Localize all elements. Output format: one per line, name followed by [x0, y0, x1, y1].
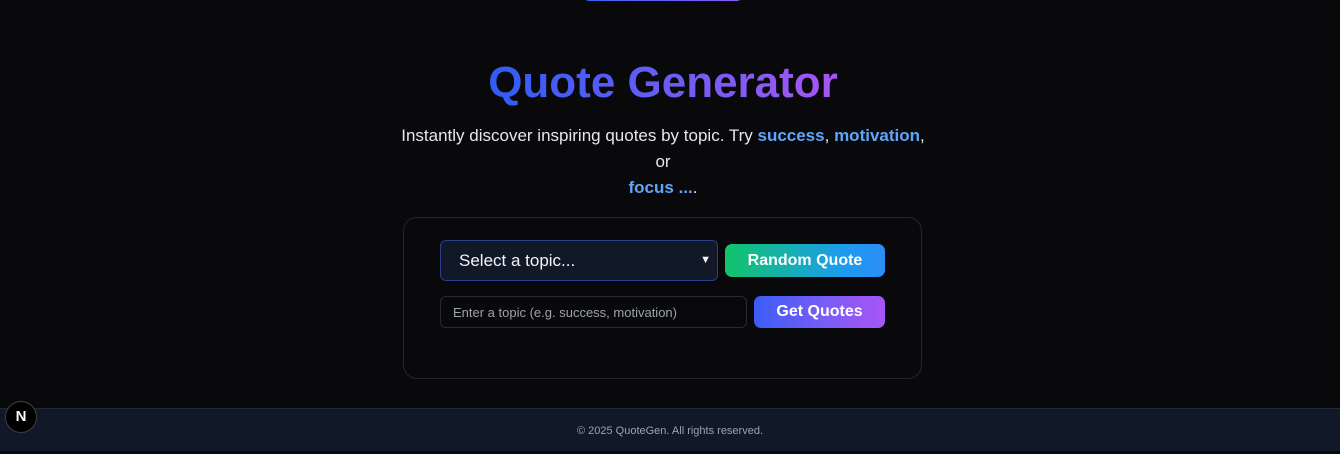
page-title: Quote Generator — [0, 56, 1326, 110]
example-topic-focus: focus ... — [628, 178, 693, 197]
topic-select-value: Select a topic... — [459, 251, 576, 270]
page-subtitle: Instantly discover inspiring quotes by t… — [398, 123, 928, 201]
nextjs-icon[interactable]: N — [5, 401, 37, 433]
subtitle-separator: , — [824, 126, 835, 145]
top-accent-tab — [584, 0, 742, 1]
get-quotes-button[interactable]: Get Quotes — [754, 296, 885, 328]
topic-select[interactable]: Select a topic... ▼ — [440, 240, 718, 281]
chevron-down-icon: ▼ — [700, 254, 711, 266]
footer-copyright: © 2025 QuoteGen. All rights reserved. — [576, 425, 764, 437]
subtitle-prefix: Instantly discover inspiring quotes by t… — [401, 126, 758, 145]
example-topic-motivation: motivation — [834, 126, 921, 145]
example-topic-success: success — [757, 126, 825, 145]
random-quote-button[interactable]: Random Quote — [725, 244, 885, 277]
subtitle-suffix: . — [692, 178, 698, 197]
footer: © 2025 QuoteGen. All rights reserved. — [0, 408, 1340, 451]
topic-input[interactable] — [440, 296, 747, 328]
page-title-text: Quote Generator — [488, 58, 838, 107]
